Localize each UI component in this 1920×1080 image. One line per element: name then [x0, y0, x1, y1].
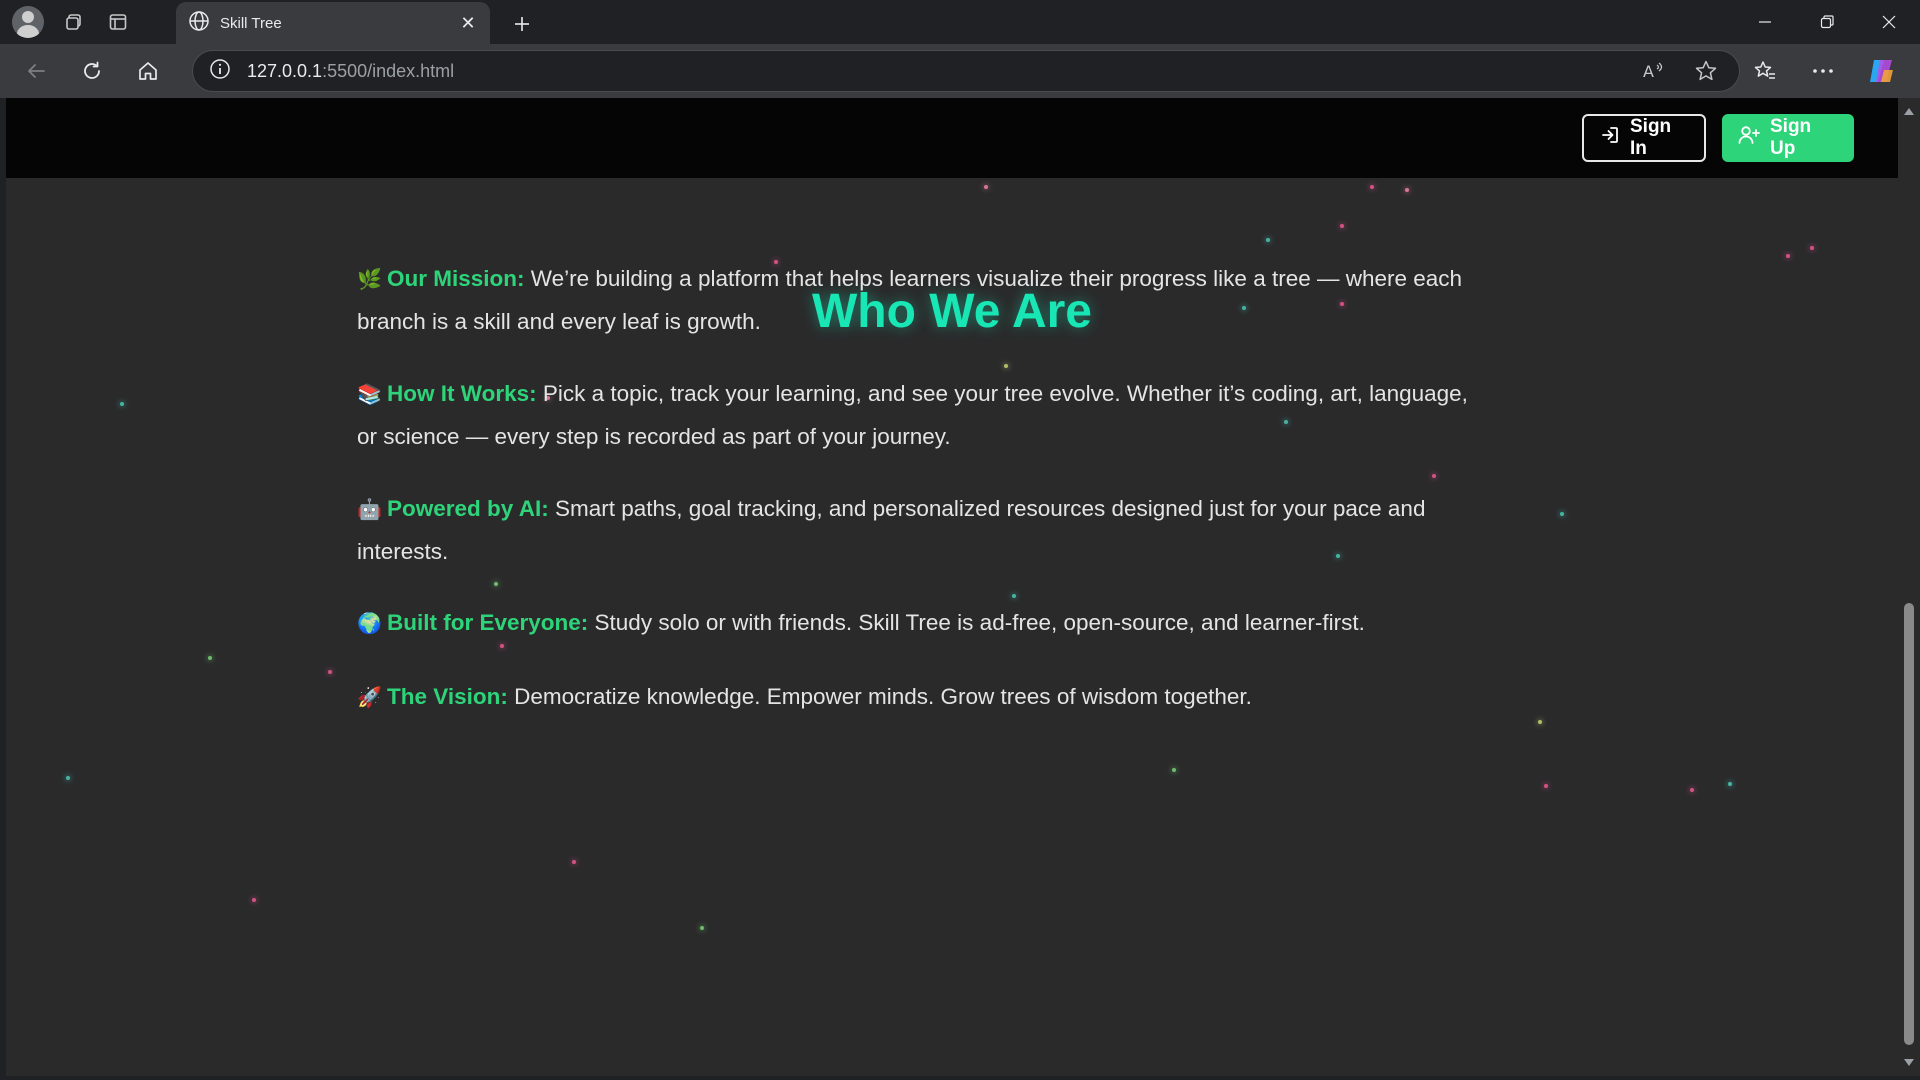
sign-in-button[interactable]: Sign In — [1582, 114, 1706, 162]
section-text-1: Study solo or with friends. Skill Tree i… — [588, 610, 1365, 635]
workspaces-icon[interactable] — [52, 0, 96, 44]
restore-icon[interactable] — [1796, 0, 1858, 44]
sign-in-icon — [1600, 125, 1620, 151]
herb-icon: 🌿 — [357, 269, 382, 291]
section-text-1: We’re building a platform that helps lea… — [524, 266, 1463, 291]
star-dot — [494, 582, 498, 586]
star-dot — [1728, 782, 1732, 786]
minimize-icon[interactable] — [1734, 0, 1796, 44]
section-label: The Vision: — [387, 684, 508, 709]
section-how-it-works: 📚 How It Works: Pick a topic, track your … — [357, 373, 1547, 458]
section-label: Our Mission: — [387, 266, 525, 291]
star-dot — [208, 656, 212, 660]
page-viewport: Sign In Sign Up Who We Are 🌿 Our Mission:… — [6, 98, 1898, 1076]
section-text-1: Democratize knowledge. Empower minds. Gr… — [507, 684, 1252, 709]
browser-tab-bar: Skill Tree ✕ — [0, 0, 1920, 44]
url-host: 127.0.0.1 — [247, 60, 323, 81]
star-dot — [1538, 720, 1542, 724]
star-dot — [120, 402, 124, 406]
copilot-icon[interactable] — [1852, 44, 1910, 98]
star-dot — [1012, 594, 1016, 598]
section-text-2: interests. — [357, 539, 449, 564]
star-dot — [572, 860, 576, 864]
site-header: Sign In Sign Up — [6, 98, 1898, 178]
close-window-icon[interactable] — [1858, 0, 1920, 44]
tab-title: Skill Tree — [220, 14, 282, 32]
star-dot — [1786, 254, 1790, 258]
star-dot — [700, 926, 704, 930]
window-controls — [1734, 0, 1920, 44]
star-dot — [984, 185, 988, 189]
star-dot — [1432, 474, 1436, 478]
back-icon[interactable] — [8, 44, 64, 98]
section-powered-by-ai: 🤖 Powered by AI: Smart paths, goal tracki… — [357, 488, 1547, 573]
star-dot — [252, 898, 256, 902]
section-text-2: branch is a skill and every leaf is grow… — [357, 309, 761, 334]
section-text-2: or science — every step is recorded as p… — [357, 424, 951, 449]
read-aloud-icon[interactable]: A — [1637, 54, 1671, 88]
sign-up-label: Sign Up — [1770, 116, 1812, 159]
new-tab-icon[interactable] — [500, 2, 544, 46]
scroll-up-arrow-icon[interactable] — [1904, 108, 1914, 115]
section-label: How It Works: — [387, 381, 537, 406]
section-built-for-everyone: 🌍 Built for Everyone: Study solo or with … — [357, 602, 1547, 645]
section-mission: 🌿 Our Mission: We’re building a platform … — [357, 258, 1547, 343]
globe-icon — [188, 10, 210, 37]
star-dot — [1690, 788, 1694, 792]
home-icon[interactable] — [120, 44, 176, 98]
svg-text:A: A — [1643, 62, 1654, 81]
sign-up-button[interactable]: Sign Up — [1722, 114, 1854, 162]
more-menu-icon[interactable] — [1794, 44, 1852, 98]
section-vision: 🚀 The Vision: Democratize knowledge. Empo… — [357, 676, 1547, 719]
globe-earth-icon: 🌍 — [357, 613, 382, 635]
star-dot — [1340, 224, 1344, 228]
tab-skill-tree[interactable]: Skill Tree ✕ — [176, 2, 490, 44]
section-text-1: Pick a topic, track your learning, and s… — [536, 381, 1468, 406]
browser-toolbar: 127.0.0.1:5500/index.html A — [0, 44, 1920, 98]
books-icon: 📚 — [357, 384, 382, 406]
profile-avatar[interactable] — [12, 6, 44, 38]
star-dot — [1544, 784, 1548, 788]
scroll-thumb[interactable] — [1904, 603, 1914, 1045]
star-dot — [1266, 238, 1270, 242]
toolbar-right — [1736, 44, 1910, 98]
reload-icon[interactable] — [64, 44, 120, 98]
add-user-icon — [1738, 125, 1760, 151]
robot-icon: 🤖 — [357, 499, 382, 521]
sign-in-label: Sign In — [1630, 116, 1672, 159]
star-dot — [1810, 246, 1814, 250]
section-label: Built for Everyone: — [387, 610, 589, 635]
star-dot — [1172, 768, 1176, 772]
site-info-icon[interactable] — [209, 58, 231, 85]
address-bar[interactable]: 127.0.0.1:5500/index.html A — [192, 50, 1740, 92]
scroll-down-arrow-icon[interactable] — [1904, 1059, 1914, 1066]
star-dot — [1560, 512, 1564, 516]
url-text[interactable]: 127.0.0.1:5500/index.html — [247, 61, 1619, 82]
star-dot — [1004, 364, 1008, 368]
star-dot — [1405, 188, 1409, 192]
tab-actions-icon[interactable] — [96, 0, 140, 44]
favorite-star-icon[interactable] — [1689, 54, 1723, 88]
close-tab-icon[interactable]: ✕ — [458, 13, 478, 34]
star-dot — [328, 670, 332, 674]
section-label: Powered by AI: — [387, 496, 549, 521]
section-text-1: Smart paths, goal tracking, and personal… — [548, 496, 1426, 521]
favorites-icon[interactable] — [1736, 44, 1794, 98]
star-dot — [1370, 185, 1374, 189]
star-dot — [66, 776, 70, 780]
url-path: :5500/index.html — [322, 60, 455, 81]
rocket-icon: 🚀 — [357, 687, 382, 709]
page-scrollbar[interactable] — [1898, 98, 1920, 1076]
